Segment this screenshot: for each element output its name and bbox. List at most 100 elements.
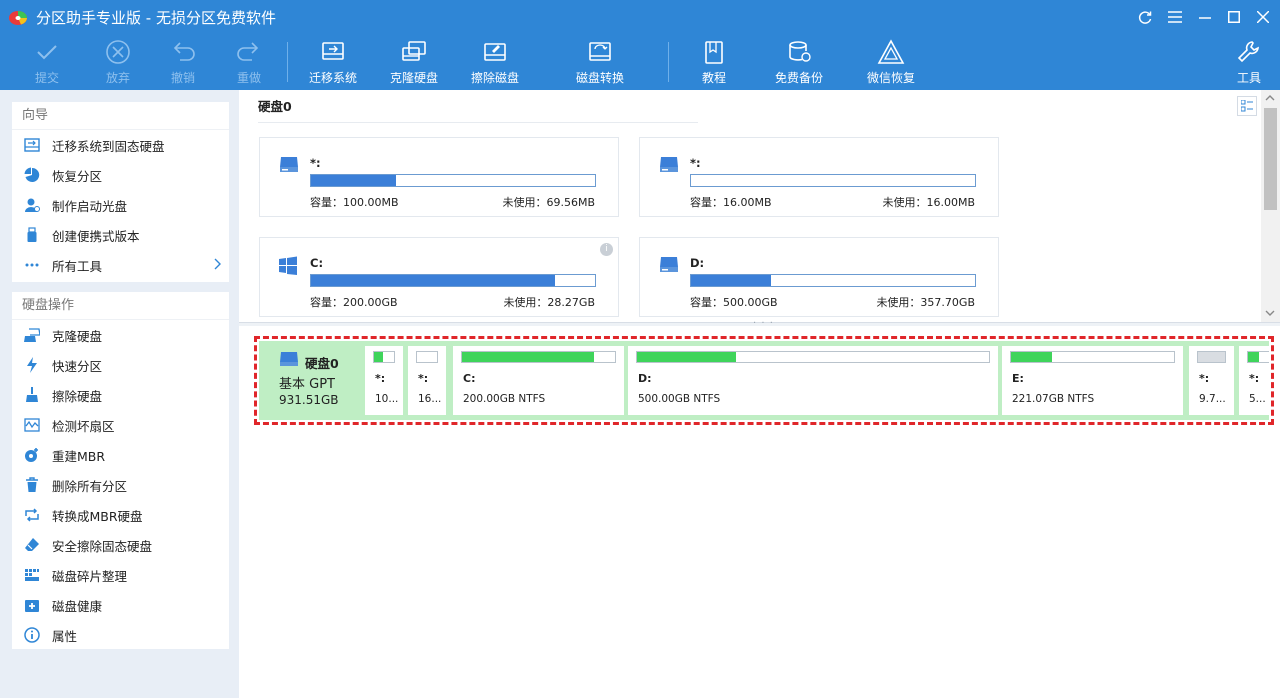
partition-block[interactable]: D: 500.00GB NTFS [628, 346, 998, 415]
close-button[interactable] [1252, 6, 1274, 28]
broom-icon [24, 387, 40, 403]
disk-map-label[interactable]: 硬盘0 基本 GPT 931.51GB [259, 341, 363, 420]
title-bar: 分区助手专业版 - 无损分区免费软件 [0, 0, 1280, 34]
usage-bar-fill [311, 175, 397, 186]
free-space-text: 未使用：357.70GB [876, 296, 975, 309]
disk_ops-item[interactable]: 删除所有分区 [12, 470, 229, 500]
partition-card[interactable]: C: 容量：200.00GB 未使用：28.27GB i [259, 237, 619, 317]
redo-icon [237, 42, 259, 61]
undo-button[interactable]: 撤销 [164, 34, 202, 90]
check-icon [37, 45, 57, 60]
disk-map-size: 931.51GB [279, 393, 339, 407]
minimize-button[interactable] [1194, 6, 1216, 28]
menu-button[interactable] [1164, 6, 1186, 28]
partition-info: 10... [375, 393, 399, 405]
wizard-item-label: 恢复分区 [52, 168, 103, 184]
partition-block[interactable]: *: 9.7... [1189, 346, 1234, 415]
usage-bar-fill [311, 275, 556, 286]
disk_ops-item-label: 检测坏扇区 [52, 418, 115, 434]
partition-usage-bar [1247, 351, 1269, 363]
wizard-item-label: 制作启动光盘 [52, 198, 128, 214]
refresh-button[interactable] [1134, 6, 1156, 28]
migrate-os-button[interactable]: 迁移系统 [305, 34, 361, 90]
wipe-disk-icon [484, 43, 506, 61]
migrate-icon [322, 42, 344, 60]
wizard-item[interactable]: 制作启动光盘 [12, 190, 229, 220]
disk_ops-item[interactable]: 磁盘健康 [12, 590, 229, 620]
scrollbar-thumb[interactable] [1264, 108, 1277, 210]
partition-block[interactable]: *: 10... [365, 346, 403, 415]
eraser-icon [24, 537, 40, 553]
partition-info: 16... [418, 393, 442, 405]
refresh-icon [1138, 11, 1152, 24]
commit-button[interactable]: 提交 [28, 34, 66, 90]
disk_ops-item-label: 安全擦除固态硬盘 [52, 538, 153, 554]
free-backup-button[interactable]: 免费备份 [771, 34, 827, 90]
disk_ops-item[interactable]: 属性 [12, 620, 229, 650]
partition-card-name: *: [310, 156, 321, 170]
tools-button[interactable]: 工具 [1230, 34, 1268, 90]
partition-card[interactable]: *: 容量：16.00MB 未使用：16.00MB [639, 137, 999, 217]
trash-icon [24, 477, 40, 493]
partition-card[interactable]: *: 容量：100.00MB 未使用：69.56MB [259, 137, 619, 217]
view-toggle-button[interactable] [1237, 96, 1257, 116]
disk_ops-item-label: 快速分区 [52, 358, 103, 374]
disk_ops-item[interactable]: 克隆硬盘 [12, 320, 229, 350]
user-disc-icon [24, 197, 40, 213]
wizard-item[interactable]: 迁移系统到固态硬盘 [12, 130, 229, 160]
book-icon [705, 41, 723, 64]
usage-bar-fill [691, 275, 771, 286]
partition-card-name: C: [310, 256, 324, 270]
lightning-icon [24, 357, 40, 373]
pane-splitter[interactable]: · · · [239, 318, 1280, 329]
clone-disk-button[interactable]: 克隆硬盘 [386, 34, 442, 90]
disk-header: 硬盘0 [239, 90, 1280, 123]
close-icon [1257, 11, 1269, 23]
usage-bar [310, 174, 596, 187]
drive-icon [280, 352, 298, 366]
partition-block[interactable]: *: 16... [408, 346, 446, 415]
app-window: 分区助手专业版 - 无损分区免费软件 提交 放弃 撤销 重做 迁移系统 克隆硬盘… [0, 0, 1280, 698]
wechat-recovery-button[interactable]: 微信恢复 [863, 34, 919, 90]
wizard-item[interactable]: 恢复分区 [12, 160, 229, 190]
disk_ops-item[interactable]: 转换成MBR硬盘 [12, 500, 229, 530]
wizard-item[interactable]: 创建便携式版本 [12, 220, 229, 250]
disk_ops-item[interactable]: 检测坏扇区 [12, 410, 229, 440]
disk_ops-item[interactable]: 快速分区 [12, 350, 229, 380]
partition-block[interactable]: E: 221.07GB NTFS [1002, 346, 1183, 415]
disk_ops-item[interactable]: 擦除硬盘 [12, 380, 229, 410]
free-space-text: 未使用：69.56MB [502, 196, 595, 209]
convert-disk-button[interactable]: 磁盘转换 [572, 34, 628, 90]
tutorial-button[interactable]: 教程 [695, 34, 733, 90]
undo-icon [173, 42, 195, 61]
wizard-item-label: 创建便携式版本 [52, 228, 140, 244]
partition-block[interactable]: C: 200.00GB NTFS [453, 346, 624, 415]
scroll-down-icon[interactable] [1265, 309, 1275, 317]
list-view-icon [1241, 100, 1253, 112]
wizard-title: 向导 [12, 102, 229, 130]
cancel-circle-icon [106, 40, 130, 64]
disk_ops-item[interactable]: 安全擦除固态硬盘 [12, 530, 229, 560]
partition-usage-bar [373, 351, 395, 363]
disk_ops-item[interactable]: 重建MBR [12, 440, 229, 470]
clone-icon [24, 327, 40, 343]
info-icon[interactable]: i [600, 243, 613, 256]
rebuild-icon [24, 447, 40, 463]
wizard-item[interactable]: 所有工具 [12, 250, 229, 280]
disk_ops-item-label: 磁盘碎片整理 [52, 568, 128, 584]
disk_ops-item[interactable]: 磁盘碎片整理 [12, 560, 229, 590]
partition-label: C: [463, 372, 476, 385]
partition-label: E: [1012, 372, 1024, 385]
wipe-disk-button[interactable]: 擦除磁盘 [467, 34, 523, 90]
partition-card[interactable]: D: 容量：500.00GB 未使用：357.70GB [639, 237, 999, 317]
redo-button[interactable]: 重做 [230, 34, 268, 90]
partition-usage-fill [1011, 352, 1052, 362]
disk-map-selected[interactable]: 硬盘0 基本 GPT 931.51GB *: 10... *: 16... C: 200.… [254, 336, 1274, 425]
vertical-scrollbar[interactable] [1261, 90, 1280, 322]
discard-button[interactable]: 放弃 [99, 34, 137, 90]
capacity-text: 容量：200.00GB [310, 296, 398, 309]
disk_ops-item-label: 克隆硬盘 [52, 328, 103, 344]
partition-block[interactable]: *: 5... [1239, 346, 1269, 415]
maximize-button[interactable] [1223, 6, 1245, 28]
scroll-up-icon[interactable] [1265, 94, 1275, 102]
